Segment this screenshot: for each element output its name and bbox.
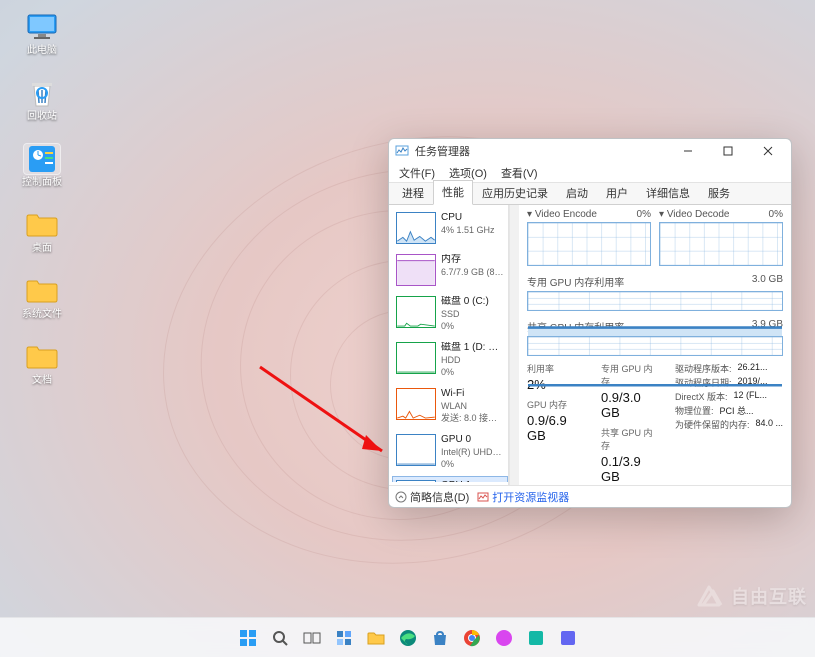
footer-bar: 简略信息(D) 打开资源监视器: [389, 485, 791, 507]
item-title: CPU: [441, 212, 495, 224]
minimize-button[interactable]: [671, 140, 705, 162]
item-sub2: 0%: [441, 320, 489, 332]
desktop-icon-control-panel[interactable]: 控制面板: [16, 144, 68, 188]
explorer-icon[interactable]: [363, 625, 389, 651]
tab-users[interactable]: 用户: [597, 181, 637, 205]
icon-label: 回收站: [27, 111, 57, 122]
window-title: 任务管理器: [415, 143, 470, 159]
chart-dedicated-gpu-mem: 专用 GPU 内存利用率3.0 GB: [527, 272, 783, 311]
item-sub2: 0%: [441, 458, 504, 470]
desktop-icons: 此电脑 回收站 控制面板 桌面 系统文件 文档: [16, 12, 68, 386]
sidebar-item-disk-0[interactable]: 磁盘 0 (C:)SSD0%: [392, 292, 508, 336]
icon-label: 桌面: [32, 243, 52, 254]
item-title: Wi-Fi: [441, 388, 504, 400]
sparkline-icon: [396, 212, 436, 244]
stat-value: 0.9/6.9 GB: [527, 413, 583, 443]
menu-view[interactable]: 查看(V): [495, 164, 544, 182]
sparkline-icon: [396, 388, 436, 420]
item-title: GPU 1: [441, 480, 504, 482]
titlebar[interactable]: 任务管理器: [389, 139, 791, 163]
chart-video-encode: ▾ Video Encode0%: [527, 209, 651, 266]
start-button[interactable]: [235, 625, 261, 651]
tab-app-history[interactable]: 应用历史记录: [473, 181, 557, 205]
tab-bar: 进程 性能 应用历史记录 启动 用户 详细信息 服务: [389, 183, 791, 205]
stat-value: 0.9/3.0 GB: [601, 390, 657, 420]
sparkline-icon: [396, 254, 436, 286]
tab-startup[interactable]: 启动: [557, 181, 597, 205]
item-sub: 6.7/7.9 GB (85%): [441, 266, 504, 278]
item-sub: Intel(R) UHD Gra...: [441, 446, 504, 458]
app-icon-3[interactable]: [555, 625, 581, 651]
sidebar: CPU4% 1.51 GHz 内存6.7/7.9 GB (85%) 磁盘 0 (…: [389, 205, 509, 485]
detail-pane: ▾ Video Encode0% ▾ Video Decode0% 专用 GPU…: [519, 205, 791, 485]
item-title: 磁盘 0 (C:): [441, 296, 489, 308]
tab-details[interactable]: 详细信息: [637, 181, 699, 205]
item-sub: 4% 1.51 GHz: [441, 224, 495, 236]
tab-performance[interactable]: 性能: [433, 180, 473, 205]
item-sub2: 0%: [441, 366, 504, 378]
tab-processes[interactable]: 进程: [393, 181, 433, 205]
sidebar-item-cpu[interactable]: CPU4% 1.51 GHz: [392, 208, 508, 248]
item-title: GPU 0: [441, 434, 504, 446]
chevron-up-icon: [395, 491, 407, 503]
menu-file[interactable]: 文件(F): [393, 164, 441, 182]
menu-options[interactable]: 选项(O): [443, 164, 493, 182]
item-title: 磁盘 1 (D: E: F:): [441, 342, 504, 354]
desktop-icon-folder-3[interactable]: 文档: [16, 342, 68, 386]
item-sub: HDD: [441, 354, 504, 366]
item-title: 内存: [441, 254, 504, 266]
widgets-icon[interactable]: [331, 625, 357, 651]
app-icon-1[interactable]: [491, 625, 517, 651]
open-resource-monitor-link[interactable]: 打开资源监视器: [477, 489, 569, 505]
sidebar-item-wifi[interactable]: Wi-FiWLAN发送: 8.0 接收: 0 Kl: [392, 384, 508, 428]
item-sub2: 发送: 8.0 接收: 0 Kl: [441, 412, 504, 424]
item-sub: WLAN: [441, 400, 504, 412]
sidebar-item-disk-1[interactable]: 磁盘 1 (D: E: F:)HDD0%: [392, 338, 508, 382]
sparkline-icon: [396, 434, 436, 466]
close-button[interactable]: [751, 140, 785, 162]
chrome-icon[interactable]: [459, 625, 485, 651]
tab-services[interactable]: 服务: [699, 181, 739, 205]
fewer-details-button[interactable]: 简略信息(D): [395, 489, 469, 505]
item-sub: SSD: [441, 308, 489, 320]
task-view-icon[interactable]: [299, 625, 325, 651]
taskbar: [0, 617, 815, 657]
icon-label: 此电脑: [27, 45, 57, 56]
task-manager-window: 任务管理器 文件(F) 选项(O) 查看(V) 进程 性能 应用历史记录 启动 …: [388, 138, 792, 508]
desktop-icon-this-pc[interactable]: 此电脑: [16, 12, 68, 56]
watermark: 自由互联: [695, 583, 807, 609]
sparkline-icon: [396, 480, 436, 482]
app-icon: [395, 144, 409, 158]
desktop-icon-folder-2[interactable]: 系统文件: [16, 276, 68, 320]
store-icon[interactable]: [427, 625, 453, 651]
sidebar-item-gpu-0[interactable]: GPU 0Intel(R) UHD Gra...0%: [392, 430, 508, 474]
icon-label: 控制面板: [22, 177, 62, 188]
stat-value: 0.1/3.9 GB: [601, 454, 657, 484]
maximize-button[interactable]: [711, 140, 745, 162]
sparkline-icon: [396, 342, 436, 374]
sidebar-item-memory[interactable]: 内存6.7/7.9 GB (85%): [392, 250, 508, 290]
content-area: CPU4% 1.51 GHz 内存6.7/7.9 GB (85%) 磁盘 0 (…: [389, 205, 791, 485]
stat-label: GPU 内存: [527, 398, 583, 411]
app-icon-2[interactable]: [523, 625, 549, 651]
desktop-icon-folder-1[interactable]: 桌面: [16, 210, 68, 254]
icon-label: 系统文件: [22, 309, 62, 320]
resource-monitor-icon: [477, 491, 489, 503]
stat-label: 共享 GPU 内存: [601, 426, 657, 452]
sidebar-scrollbar[interactable]: [509, 205, 519, 485]
desktop-icon-recycle-bin[interactable]: 回收站: [16, 78, 68, 122]
icon-label: 文档: [32, 375, 52, 386]
edge-icon[interactable]: [395, 625, 421, 651]
sidebar-item-gpu-1[interactable]: GPU 1NVIDIA GeForce...2% (52 °C): [392, 476, 508, 482]
sparkline-icon: [396, 296, 436, 328]
search-icon[interactable]: [267, 625, 293, 651]
chart-video-decode: ▾ Video Decode0%: [659, 209, 783, 266]
